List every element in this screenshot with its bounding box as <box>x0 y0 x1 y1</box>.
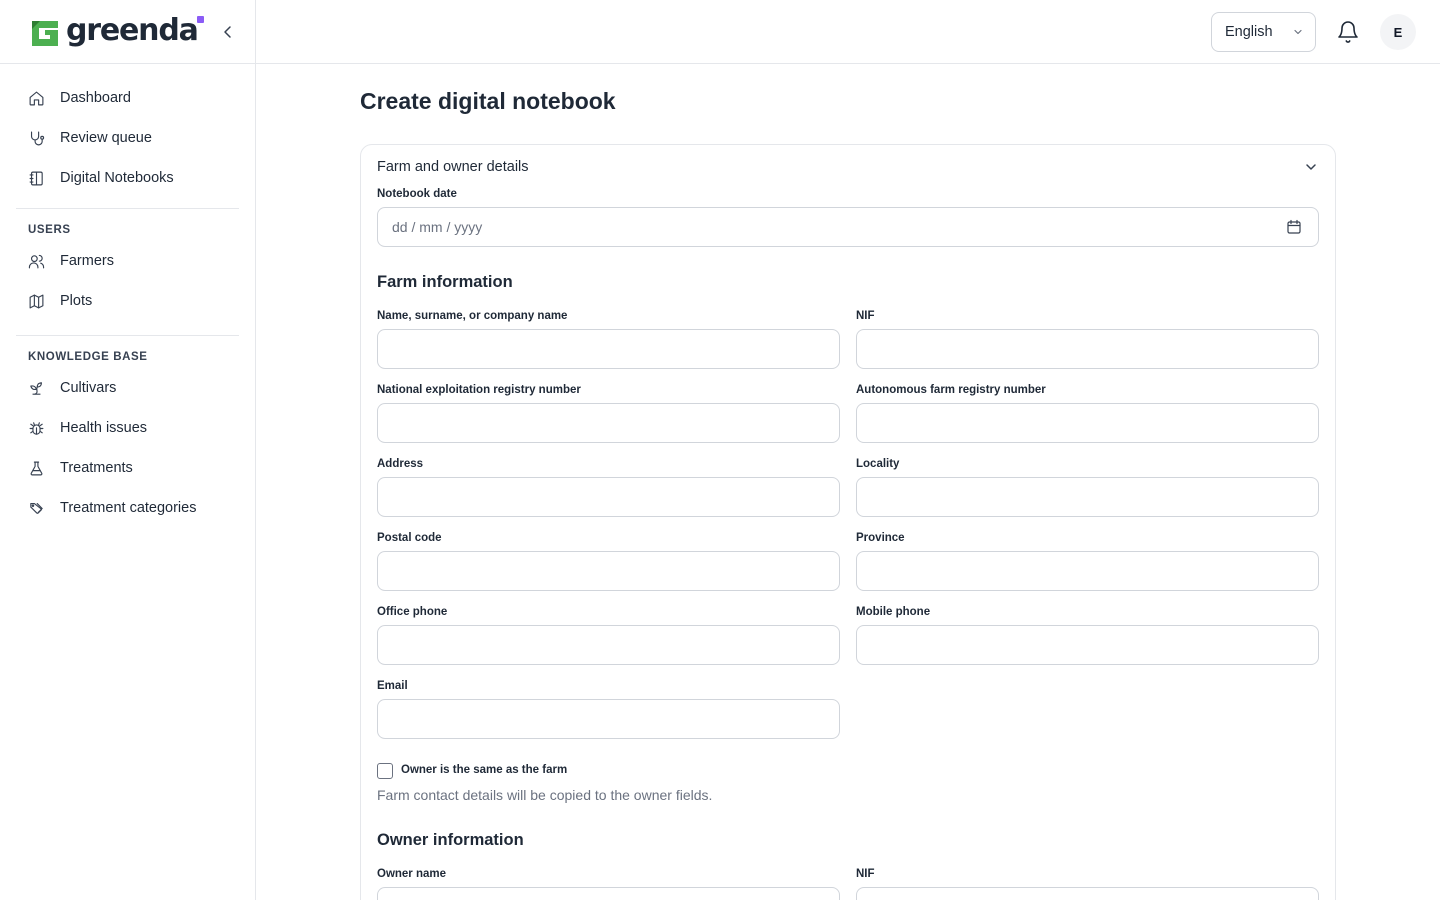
sidebar-section-knowledge-base: KNOWLEDGE BASE <box>28 351 148 363</box>
collapse-card-button[interactable] <box>1303 159 1319 175</box>
owner-information-title: Owner information <box>377 831 524 849</box>
brand-dot <box>197 16 204 23</box>
province-field[interactable] <box>856 551 1319 591</box>
collapse-sidebar-button[interactable] <box>216 20 240 44</box>
avatar[interactable]: E <box>1380 14 1416 50</box>
notebook-date-label: Notebook date <box>377 188 457 200</box>
sidebar-nav: Dashboard Review queue Digital Notebooks… <box>0 64 255 528</box>
mobile-phone-label: Mobile phone <box>856 606 931 618</box>
farm-nif-label: NIF <box>856 310 875 322</box>
farm-nif-field[interactable] <box>856 329 1319 369</box>
language-select[interactable]: English <box>1211 12 1316 52</box>
sidebar-item-dashboard[interactable]: Dashboard <box>16 78 239 118</box>
sidebar-item-health-issues[interactable]: Health issues <box>16 408 239 448</box>
page-title: Create digital notebook <box>360 88 616 114</box>
home-icon <box>29 91 44 105</box>
flask-icon <box>30 461 43 475</box>
chevron-down-icon <box>1294 29 1302 35</box>
tags-icon <box>30 502 43 514</box>
card-title[interactable]: Farm and owner details <box>377 159 529 175</box>
sidebar-item-label: Cultivars <box>60 380 117 396</box>
postal-code-label: Postal code <box>377 532 442 544</box>
sidebar-divider <box>16 335 239 336</box>
postal-code-field[interactable] <box>377 551 840 591</box>
top-bar: English E <box>256 0 1440 64</box>
calendar-icon[interactable] <box>1286 219 1302 235</box>
farm-name-field[interactable] <box>377 329 840 369</box>
brand: greenda <box>0 0 255 64</box>
chevron-left-icon <box>224 26 231 38</box>
owner-name-label: Owner name <box>377 868 447 880</box>
owner-same-hint: Farm contact details will be copied to t… <box>377 787 713 803</box>
email-field[interactable] <box>377 699 840 739</box>
farm-information-title: Farm information <box>377 273 513 291</box>
farm-owner-details-card: Farm and owner details Notebook date dd … <box>360 144 1336 900</box>
owner-nif-label: NIF <box>856 868 875 880</box>
sidebar-section-users: USERS <box>28 224 71 236</box>
notifications-button[interactable] <box>1336 20 1360 44</box>
sidebar-item-cultivars[interactable]: Cultivars <box>16 368 239 408</box>
sidebar-item-label: Review queue <box>60 130 152 146</box>
owner-same-label[interactable]: Owner is the same as the farm <box>401 764 567 776</box>
sidebar-item-farmers[interactable]: Farmers <box>16 241 239 281</box>
office-phone-label: Office phone <box>377 606 448 618</box>
farm-name-label: Name, surname, or company name <box>377 310 568 322</box>
sidebar-item-label: Plots <box>60 293 93 309</box>
users-icon <box>28 254 45 268</box>
autonomous-registry-field[interactable] <box>856 403 1319 443</box>
date-placeholder: dd / mm / yyyy <box>392 219 483 235</box>
mobile-phone-field[interactable] <box>856 625 1319 665</box>
sidebar-item-label: Dashboard <box>60 90 131 106</box>
stethoscope-icon <box>30 131 45 145</box>
owner-nif-field[interactable] <box>856 887 1319 900</box>
sidebar-item-review-queue[interactable]: Review queue <box>16 118 239 158</box>
bug-icon <box>29 421 44 435</box>
map-icon <box>29 294 44 308</box>
email-label: Email <box>377 680 408 692</box>
national-registry-label: National exploitation registry number <box>377 384 581 396</box>
sidebar-item-digital-notebooks[interactable]: Digital Notebooks <box>16 158 239 198</box>
locality-label: Locality <box>856 458 900 470</box>
language-value: English <box>1225 24 1273 40</box>
greenda-logo-icon <box>28 15 62 49</box>
autonomous-registry-label: Autonomous farm registry number <box>856 384 1046 396</box>
sidebar-item-label: Farmers <box>60 253 114 269</box>
sidebar-item-label: Health issues <box>60 420 148 436</box>
sidebar-item-label: Digital Notebooks <box>60 170 174 186</box>
brand-name: greenda <box>66 13 199 48</box>
owner-same-checkbox[interactable] <box>377 763 393 779</box>
notebook-date-input[interactable]: dd / mm / yyyy <box>377 207 1319 247</box>
province-label: Province <box>856 532 905 544</box>
sidebar-item-treatment-categories[interactable]: Treatment categories <box>16 488 239 528</box>
sidebar: greenda Dashboard Review queue Digital N… <box>0 0 256 900</box>
sprout-icon <box>30 381 43 395</box>
sidebar-item-label: Treatments <box>60 460 133 476</box>
office-phone-field[interactable] <box>377 625 840 665</box>
address-label: Address <box>377 458 424 470</box>
sidebar-divider <box>16 208 239 209</box>
sidebar-item-plots[interactable]: Plots <box>16 281 239 321</box>
locality-field[interactable] <box>856 477 1319 517</box>
address-field[interactable] <box>377 477 840 517</box>
national-registry-field[interactable] <box>377 403 840 443</box>
chevron-down-icon <box>1306 164 1316 170</box>
notebook-icon <box>29 171 43 185</box>
owner-name-field[interactable] <box>377 887 840 900</box>
sidebar-item-treatments[interactable]: Treatments <box>16 448 239 488</box>
sidebar-item-label: Treatment categories <box>60 500 197 516</box>
bell-icon <box>1338 21 1358 43</box>
